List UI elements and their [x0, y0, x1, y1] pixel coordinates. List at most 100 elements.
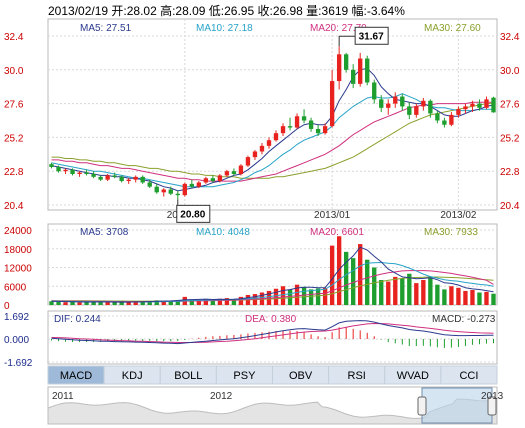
- candle-body: [161, 189, 166, 193]
- volume-bar: [449, 286, 454, 305]
- price-y-tick-right: 32.4: [500, 32, 520, 43]
- candle-body: [140, 176, 145, 183]
- candle-body: [351, 69, 356, 84]
- candle-body: [365, 58, 370, 83]
- price-ma-label: MA30: 27.60: [424, 23, 481, 34]
- price-y-tick-right: 20.4: [500, 201, 520, 212]
- candle-body: [442, 120, 447, 125]
- volume-bar: [372, 267, 377, 305]
- price-ma-label: MA5: 27.51: [80, 23, 132, 34]
- volume-bar: [301, 286, 307, 305]
- tab-label-psy[interactable]: PSY: [233, 370, 256, 382]
- volume-bar: [421, 280, 426, 305]
- volume-bar: [63, 302, 68, 305]
- candle-body: [175, 193, 180, 196]
- volume-bar: [322, 287, 328, 305]
- volume-bar: [84, 302, 89, 305]
- candle-body: [245, 157, 251, 166]
- candle-body: [126, 179, 131, 182]
- tab-label-boll[interactable]: BOLL: [174, 370, 202, 382]
- candle-body: [63, 169, 68, 172]
- candle-body: [287, 126, 293, 128]
- volume-ma-label: MA20: 6601: [310, 227, 364, 238]
- candle-body: [470, 103, 475, 107]
- candle-body: [315, 128, 321, 134]
- volume-bar: [470, 290, 475, 305]
- price-ma-label: MA10: 27.18: [196, 23, 253, 34]
- tab-label-cci[interactable]: CCI: [459, 370, 478, 382]
- candle-body: [259, 145, 265, 152]
- candle-body: [322, 126, 328, 134]
- candle-body: [91, 174, 96, 177]
- candle-body: [400, 96, 405, 107]
- navigator-year: 2011: [52, 391, 74, 402]
- volume-bar: [400, 278, 405, 305]
- candle-body: [77, 172, 82, 175]
- candle-body: [238, 165, 244, 175]
- candle-body: [105, 175, 110, 180]
- volume-ma-label: MA30: 7933: [424, 227, 478, 238]
- candle-body: [386, 103, 391, 108]
- candle-body: [308, 120, 314, 129]
- volume-bar: [379, 280, 384, 305]
- price-y-tick-right: 27.6: [500, 100, 520, 111]
- volume-bar: [491, 293, 496, 305]
- volume-bar: [393, 276, 398, 305]
- candle-body: [154, 186, 159, 193]
- volume-bar: [287, 289, 293, 305]
- candle-body: [203, 178, 209, 183]
- navigator-handle-left[interactable]: [417, 396, 427, 416]
- candle-body: [84, 172, 89, 175]
- candle-body: [414, 106, 419, 115]
- volume-bar: [273, 288, 279, 305]
- volume-y-tick: 0: [4, 301, 10, 312]
- candle-body: [49, 164, 54, 167]
- price-x-tick: 2013/02: [440, 210, 477, 221]
- candle-body: [196, 182, 202, 187]
- candle-body: [336, 54, 342, 82]
- volume-y-tick: 6000: [4, 282, 27, 293]
- tab-label-kdj[interactable]: KDJ: [122, 370, 143, 382]
- volume-y-tick: 18000: [4, 245, 32, 256]
- tab-label-obv[interactable]: OBV: [289, 370, 313, 382]
- volume-bar: [414, 283, 419, 305]
- candle-body: [329, 81, 335, 127]
- candle-body: [231, 171, 237, 175]
- navigator-year: 2013: [481, 391, 504, 402]
- candle-body: [372, 82, 377, 100]
- price-y-tick-left: 22.8: [4, 167, 24, 178]
- price-y-tick-left: 20.4: [4, 201, 24, 212]
- candle-body: [421, 100, 426, 107]
- candle-body: [484, 99, 489, 108]
- candle-body: [168, 189, 173, 194]
- tab-label-macd[interactable]: MACD: [60, 370, 92, 382]
- candle-body: [477, 103, 482, 108]
- candle-body: [463, 106, 468, 110]
- tab-label-wvad[interactable]: WVAD: [397, 370, 429, 382]
- volume-bar: [105, 302, 110, 305]
- candle-body: [266, 140, 272, 146]
- candle-body: [112, 175, 117, 177]
- price-y-tick-left: 25.2: [4, 133, 24, 144]
- volume-bar: [343, 251, 349, 305]
- candle-body: [301, 116, 307, 121]
- candle-body: [273, 133, 279, 141]
- candle-body: [252, 151, 258, 158]
- price-y-tick-right: 22.8: [500, 167, 520, 178]
- volume-bar: [435, 284, 440, 305]
- candle-body: [133, 176, 138, 180]
- volume-bar: [477, 292, 482, 305]
- price-y-tick-right: 30.0: [500, 66, 520, 77]
- volume-y-tick: 12000: [4, 264, 32, 275]
- macd-y-tick: -1.692: [4, 358, 33, 369]
- price-y-tick-left: 32.4: [4, 32, 24, 43]
- volume-bar: [315, 288, 321, 305]
- price-y-tick-right: 25.2: [500, 133, 520, 144]
- volume-bar: [56, 301, 61, 305]
- candle-body: [98, 176, 103, 180]
- volume-bar: [365, 259, 370, 305]
- volume-bar: [484, 291, 489, 305]
- stock-chart[interactable]: 32.4 32.4 30.0 30.0 27.6 27.6 25.2 25.2 22.8 22.8…: [0, 0, 525, 428]
- tab-label-rsi[interactable]: RSI: [348, 370, 366, 382]
- candle-body: [280, 126, 286, 134]
